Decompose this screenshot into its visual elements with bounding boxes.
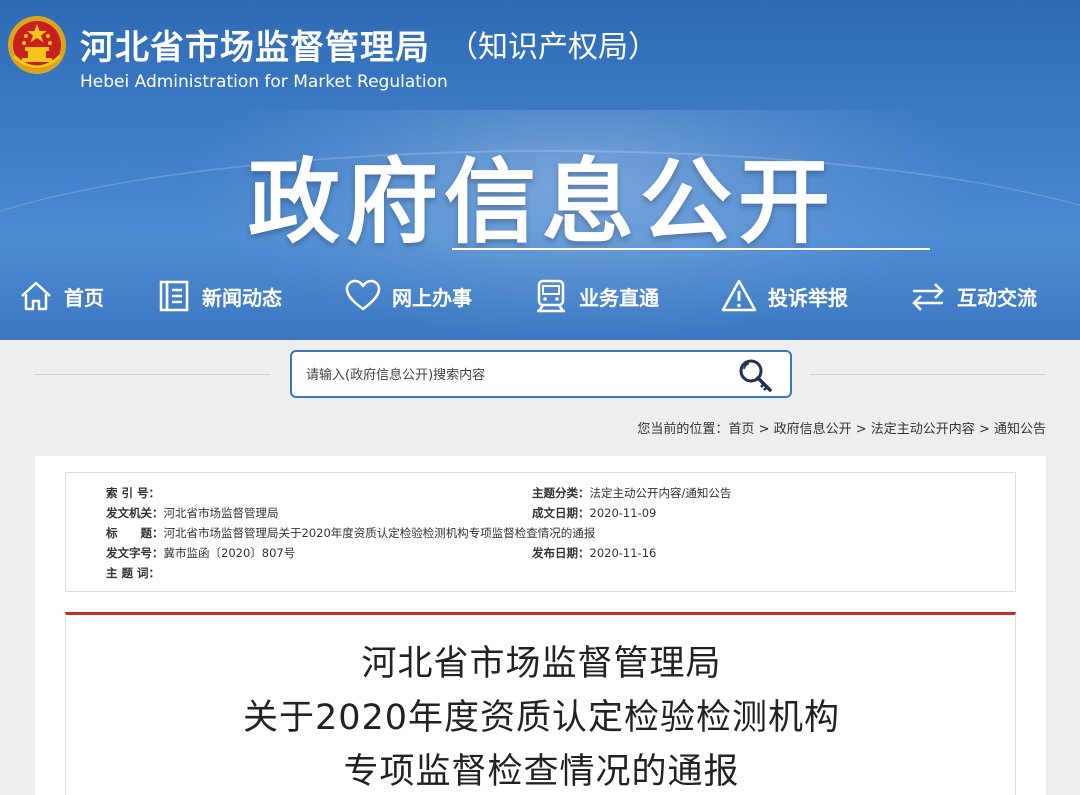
search-divider-left	[35, 374, 270, 375]
hero-underline	[452, 248, 930, 250]
exchange-arrows-icon	[912, 283, 944, 311]
nav-item-label: 投诉举报	[768, 285, 848, 310]
meta-issuer: 发文机关：河北省市场监督管理局	[106, 505, 279, 521]
meta-title: 标 题：河北省市场监督管理局关于2020年度资质认定检验检测机构专项监督检查情况…	[106, 525, 595, 541]
breadcrumb-separator: >	[974, 422, 994, 437]
nav-item-news[interactable]: 新闻动态	[156, 268, 282, 324]
document-title-line-1: 河北省市场监督管理局	[361, 644, 722, 684]
document-body: 河北省市场监督管理局 关于2020年度资质认定检验检测机构 专项监督检查情况的通…	[65, 612, 1016, 795]
meta-category-label: 主题分类：	[532, 486, 590, 500]
heart-icon	[345, 279, 381, 311]
meta-title-value: 河北省市场监督管理局关于2020年度资质认定检验检测机构专项监督检查情况的通报	[163, 526, 596, 540]
header-banner: 河北省市场监督管理局 （知识产权局） Hebei Administration …	[0, 0, 1080, 340]
breadcrumb-home[interactable]: 首页	[728, 422, 754, 437]
meta-issuer-label: 发文机关：	[106, 506, 164, 520]
nav-item-label: 业务直通	[579, 285, 659, 310]
meta-docno: 发文字号：冀市监函〔2020〕807号	[106, 545, 295, 561]
breadcrumb-separator: >	[851, 422, 871, 437]
nav-item-label: 新闻动态	[202, 285, 282, 310]
meta-keywords-label: 主 题 词：	[106, 566, 161, 580]
breadcrumb-separator: >	[754, 422, 774, 437]
meta-created-value: 2020-11-09	[589, 506, 657, 520]
meta-published-label: 发布日期：	[532, 546, 590, 560]
nav-item-interaction[interactable]: 互动交流	[909, 268, 1037, 324]
nav-item-business[interactable]: 业务直通	[533, 268, 659, 324]
content-panel: 索 引 号： 主题分类：法定主动公开内容/通知公告 发文机关：河北省市场监督管理…	[35, 456, 1046, 795]
nav-item-online-service[interactable]: 网上办事	[344, 268, 472, 324]
search-key-icon[interactable]	[736, 357, 776, 393]
meta-index-label: 索 引 号：	[106, 486, 161, 500]
nav-item-complaint[interactable]: 投诉举报	[720, 268, 848, 324]
document-title-line-3: 专项监督检查情况的通报	[343, 752, 740, 792]
document-meta: 索 引 号： 主题分类：法定主动公开内容/通知公告 发文机关：河北省市场监督管理…	[65, 472, 1016, 592]
org-name-cn: 河北省市场监督管理局	[80, 28, 430, 68]
news-list-icon	[159, 280, 189, 312]
nav-item-label: 网上办事	[392, 285, 472, 310]
home-icon	[21, 281, 51, 311]
meta-title-label: 标 题：	[106, 526, 164, 540]
meta-index: 索 引 号：	[106, 485, 160, 501]
nav-item-home[interactable]: 首页	[18, 268, 104, 324]
meta-docno-label: 发文字号：	[106, 546, 164, 560]
breadcrumb-notices[interactable]: 通知公告	[994, 422, 1046, 437]
breadcrumb-gov-info[interactable]: 政府信息公开	[774, 422, 852, 437]
meta-docno-value: 冀市监函〔2020〕807号	[163, 546, 296, 560]
meta-keywords: 主 题 词：	[106, 565, 160, 581]
search-divider-right	[810, 374, 1045, 375]
breadcrumb: 您当前的位置：首页 > 政府信息公开 > 法定主动公开内容 > 通知公告	[637, 418, 1046, 437]
meta-created-label: 成文日期：	[532, 506, 590, 520]
meta-created: 成文日期：2020-11-09	[532, 505, 656, 521]
meta-published-value: 2020-11-16	[589, 546, 657, 560]
meta-category-value: 法定主动公开内容/通知公告	[589, 486, 732, 500]
org-name-en: Hebei Administration for Market Regulati…	[80, 72, 448, 92]
main-nav: 首页 新闻动态 网上办事 业务直通 投诉举报 互动交流	[0, 268, 1080, 324]
national-emblem-icon	[8, 16, 66, 74]
document-title-line-2: 关于2020年度资质认定检验检测机构	[242, 698, 841, 738]
search-box	[290, 350, 792, 398]
meta-issuer-value: 河北省市场监督管理局	[163, 506, 279, 520]
warning-icon	[721, 279, 757, 312]
hero-title: 政府信息公开	[248, 149, 837, 256]
search-input[interactable]	[306, 362, 726, 388]
breadcrumb-statutory[interactable]: 法定主动公开内容	[871, 422, 975, 437]
train-icon	[537, 279, 565, 313]
breadcrumb-prefix: 您当前的位置：	[637, 422, 729, 437]
meta-published: 发布日期：2020-11-16	[532, 545, 656, 561]
nav-item-label: 互动交流	[957, 285, 1037, 310]
meta-category: 主题分类：法定主动公开内容/通知公告	[532, 485, 731, 501]
nav-item-label: 首页	[64, 285, 104, 310]
org-name-sub: （知识产权局）	[448, 30, 658, 65]
